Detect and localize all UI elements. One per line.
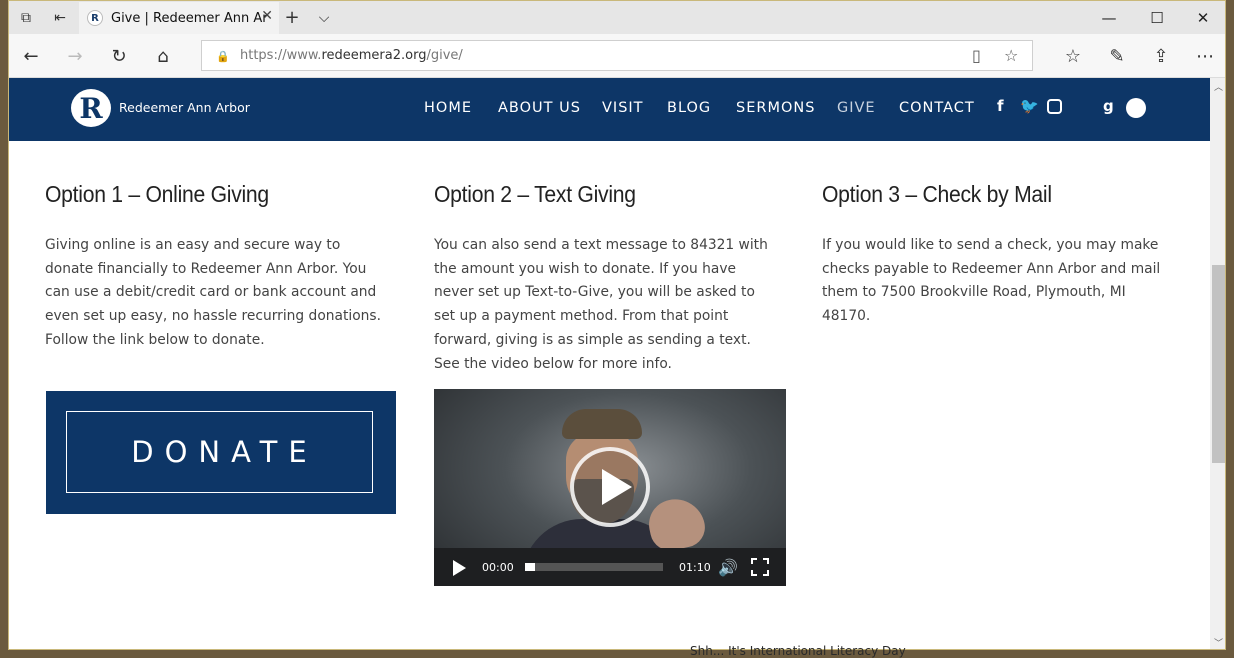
option-check-body: If you would like to send a check, you m… <box>822 237 1161 325</box>
option-text-column: Option 2 – Text Giving You can also send… <box>434 181 779 376</box>
video-progress-bar[interactable] <box>525 563 663 571</box>
new-tab-icon[interactable]: + <box>275 1 309 34</box>
video-current-time: 00:00 <box>482 561 514 574</box>
nav-visit[interactable]: VISIT <box>602 100 644 116</box>
favorite-star-icon[interactable]: ☆ <box>1004 46 1018 65</box>
option-online-title: Option 1 – Online Giving <box>45 181 269 207</box>
site-logo-text[interactable]: Redeemer Ann Arbor <box>119 100 250 115</box>
video-play-icon[interactable] <box>453 560 466 576</box>
option-text-title: Option 2 – Text Giving <box>434 181 636 207</box>
url-path: /give/ <box>426 48 463 63</box>
tab-preview-chevron-icon[interactable]: ⌵ <box>307 1 341 34</box>
tab-strip: ⧉ ⇤ R Give | Redeemer Ann Ar ✕ + ⌵ — ☐ ✕ <box>9 1 1225 34</box>
text-giving-video[interactable]: 00:00 01:10 🔊 <box>434 389 786 586</box>
url-prefix: https://www. <box>240 48 322 63</box>
video-duration: 01:10 <box>679 561 711 574</box>
refresh-icon[interactable]: ↻ <box>105 42 133 70</box>
favorites-hub-icon[interactable]: ☆ <box>1059 42 1087 70</box>
donate-button[interactable]: DONATE <box>46 391 396 514</box>
more-menu-icon[interactable]: ⋯ <box>1191 42 1219 70</box>
nav-home[interactable]: HOME <box>424 100 472 116</box>
url-domain: redeemera2.org <box>321 48 427 63</box>
google-play-icon[interactable]: g <box>1103 97 1114 115</box>
active-tab[interactable]: R Give | Redeemer Ann Ar ✕ <box>79 2 279 34</box>
browser-toolbar: ← → ↻ ⌂ 🔒 https://www. redeemera2.org /g… <box>9 34 1225 78</box>
nav-about-us[interactable]: ABOUT US <box>498 100 581 116</box>
browser-window: ⧉ ⇤ R Give | Redeemer Ann Ar ✕ + ⌵ — ☐ ✕… <box>8 0 1226 650</box>
share-icon[interactable]: ⇪ <box>1147 42 1175 70</box>
instagram-icon[interactable] <box>1047 99 1062 114</box>
home-icon[interactable]: ⌂ <box>149 42 177 70</box>
close-window-icon[interactable]: ✕ <box>1179 1 1225 34</box>
scrollbar-thumb[interactable] <box>1212 265 1225 463</box>
give-content: Option 1 – Online Giving Giving online i… <box>9 141 1210 649</box>
volume-icon[interactable]: 🔊 <box>718 558 738 577</box>
site-favicon-icon: R <box>87 10 103 26</box>
web-note-icon[interactable]: ✎ <box>1103 42 1131 70</box>
nav-blog[interactable]: BLOG <box>667 100 711 116</box>
option-check-column: Option 3 – Check by Mail If you would li… <box>822 181 1167 329</box>
option-online-body: Giving online is an easy and secure way … <box>45 237 381 348</box>
scroll-up-icon[interactable]: ︿ <box>1214 80 1223 93</box>
forward-icon[interactable]: → <box>61 42 89 70</box>
facebook-icon[interactable]: f <box>997 97 1004 115</box>
video-play-overlay-icon[interactable] <box>570 447 650 527</box>
tab-title: Give | Redeemer Ann Ar <box>111 10 268 26</box>
option-check-title: Option 3 – Check by Mail <box>822 181 1052 207</box>
site-header: R Redeemer Ann Arbor HOME ABOUT US VISIT… <box>9 78 1210 141</box>
nav-sermons[interactable]: SERMONS <box>736 100 815 116</box>
reading-view-icon[interactable]: ▯ <box>972 46 981 65</box>
donate-label: DONATE <box>66 411 373 493</box>
spotify-icon[interactable] <box>1126 98 1146 118</box>
page-scrollbar[interactable]: ︿ ﹀ <box>1210 78 1225 649</box>
lock-icon: 🔒 <box>216 49 230 63</box>
maximize-icon[interactable]: ☐ <box>1133 1 1181 34</box>
fullscreen-icon[interactable] <box>750 557 770 577</box>
nav-give[interactable]: GIVE <box>837 100 876 116</box>
minimize-icon[interactable]: — <box>1085 1 1133 34</box>
nav-contact[interactable]: CONTACT <box>899 100 975 116</box>
option-text-body: You can also send a text message to 8432… <box>434 237 768 372</box>
twitter-icon[interactable]: 🐦 <box>1020 97 1039 115</box>
tabs-aside-icon[interactable]: ⇤ <box>43 1 77 34</box>
desktop-background-text: Shh... It's International Literacy Day <box>690 644 906 658</box>
close-tab-icon[interactable]: ✕ <box>261 8 273 24</box>
scroll-down-icon[interactable]: ﹀ <box>1214 636 1223 649</box>
video-controls: 00:00 01:10 🔊 <box>434 548 786 586</box>
site-logo-icon[interactable]: R <box>71 89 111 127</box>
back-icon[interactable]: ← <box>17 42 45 70</box>
address-bar[interactable]: 🔒 https://www. redeemera2.org /give/ ▯ ☆ <box>201 40 1033 71</box>
tab-actions-icon[interactable]: ⧉ <box>9 1 43 34</box>
option-online-column: Option 1 – Online Giving Giving online i… <box>45 181 390 353</box>
